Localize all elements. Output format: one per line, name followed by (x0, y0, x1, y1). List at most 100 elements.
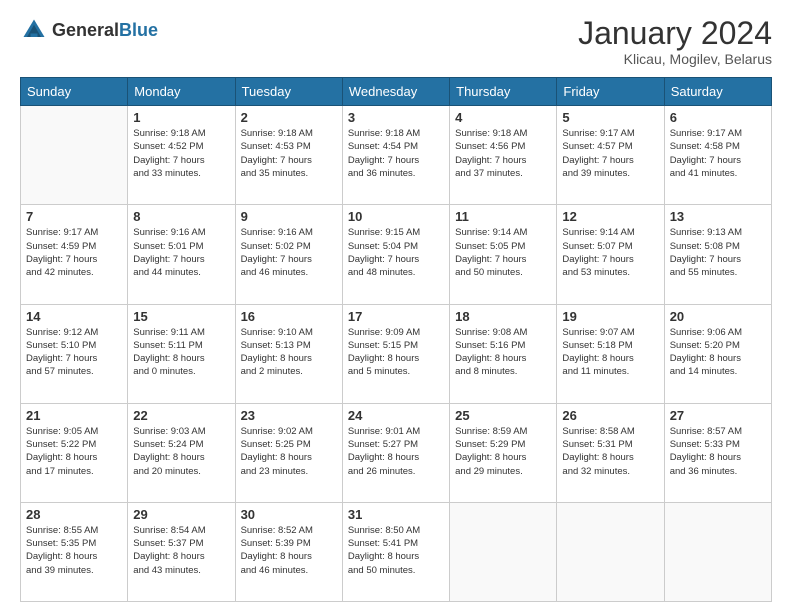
day-number: 18 (455, 309, 551, 324)
day-number: 20 (670, 309, 766, 324)
calendar-cell: 7Sunrise: 9:17 AM Sunset: 4:59 PM Daylig… (21, 205, 128, 304)
cell-info: Sunrise: 8:50 AM Sunset: 5:41 PM Dayligh… (348, 524, 444, 577)
cell-info: Sunrise: 9:07 AM Sunset: 5:18 PM Dayligh… (562, 326, 658, 379)
calendar-cell: 30 Sunrise: 8:52 AM Sunset: 5:39 PM Dayli… (235, 502, 342, 601)
week-row-4: 21 Sunrise: 9:05 AM Sunset: 5:22 PM Dayli… (21, 403, 772, 502)
day-number: 10 (348, 209, 444, 224)
calendar-cell: 27Sunrise: 8:57 AM Sunset: 5:33 PM Dayli… (664, 403, 771, 502)
calendar-cell: 25 Sunrise: 8:59 AM Sunset: 5:29 PM Dayli… (450, 403, 557, 502)
calendar-cell (664, 502, 771, 601)
col-wednesday: Wednesday (342, 78, 449, 106)
cell-info: Sunrise: 8:54 AM Sunset: 5:37 PM Dayligh… (133, 524, 229, 577)
day-number: 29 (133, 507, 229, 522)
logo-icon (20, 16, 48, 44)
col-saturday: Saturday (664, 78, 771, 106)
cell-info: Sunrise: 9:14 AM Sunset: 5:05 PM Dayligh… (455, 226, 551, 279)
day-number: 25 (455, 408, 551, 423)
calendar-cell: 12 Sunrise: 9:14 AM Sunset: 5:07 PM Dayli… (557, 205, 664, 304)
day-number: 26 (562, 408, 658, 423)
day-number: 16 (241, 309, 337, 324)
day-number: 7 (26, 209, 122, 224)
calendar-cell (450, 502, 557, 601)
day-number: 28 (26, 507, 122, 522)
day-number: 11 (455, 209, 551, 224)
cell-info: Sunrise: 9:18 AM Sunset: 4:52 PM Dayligh… (133, 127, 229, 180)
day-number: 23 (241, 408, 337, 423)
logo-text: General Blue (52, 20, 158, 41)
cell-info: Sunrise: 9:12 AM Sunset: 5:10 PM Dayligh… (26, 326, 122, 379)
calendar-cell: 23 Sunrise: 9:02 AM Sunset: 5:25 PM Dayli… (235, 403, 342, 502)
cell-info: Sunrise: 9:14 AM Sunset: 5:07 PM Dayligh… (562, 226, 658, 279)
day-number: 21 (26, 408, 122, 423)
calendar-cell: 19 Sunrise: 9:07 AM Sunset: 5:18 PM Dayli… (557, 304, 664, 403)
calendar-cell: 24 Sunrise: 9:01 AM Sunset: 5:27 PM Dayli… (342, 403, 449, 502)
location: Klicau, Mogilev, Belarus (578, 51, 772, 67)
cell-info: Sunrise: 9:13 AM Sunset: 5:08 PM Dayligh… (670, 226, 766, 279)
day-number: 17 (348, 309, 444, 324)
week-row-1: 1 Sunrise: 9:18 AM Sunset: 4:52 PM Daylig… (21, 106, 772, 205)
cell-info: Sunrise: 9:06 AM Sunset: 5:20 PM Dayligh… (670, 326, 766, 379)
calendar-cell: 31 Sunrise: 8:50 AM Sunset: 5:41 PM Dayli… (342, 502, 449, 601)
day-number: 13 (670, 209, 766, 224)
day-number: 12 (562, 209, 658, 224)
cell-info: Sunrise: 9:16 AM Sunset: 5:01 PM Dayligh… (133, 226, 229, 279)
cell-info: Sunrise: 9:11 AM Sunset: 5:11 PM Dayligh… (133, 326, 229, 379)
col-friday: Friday (557, 78, 664, 106)
day-number: 2 (241, 110, 337, 125)
cell-info: Sunrise: 9:17 AM Sunset: 4:58 PM Dayligh… (670, 127, 766, 180)
day-number: 30 (241, 507, 337, 522)
cell-info: Sunrise: 9:10 AM Sunset: 5:13 PM Dayligh… (241, 326, 337, 379)
header: General Blue January 2024 Klicau, Mogile… (20, 16, 772, 67)
cell-info: Sunrise: 9:18 AM Sunset: 4:53 PM Dayligh… (241, 127, 337, 180)
calendar-cell: 29 Sunrise: 8:54 AM Sunset: 5:37 PM Dayli… (128, 502, 235, 601)
day-number: 14 (26, 309, 122, 324)
cell-info: Sunrise: 9:02 AM Sunset: 5:25 PM Dayligh… (241, 425, 337, 478)
calendar-cell: 28 Sunrise: 8:55 AM Sunset: 5:35 PM Dayli… (21, 502, 128, 601)
cell-info: Sunrise: 9:17 AM Sunset: 4:57 PM Dayligh… (562, 127, 658, 180)
calendar-cell: 26 Sunrise: 8:58 AM Sunset: 5:31 PM Dayli… (557, 403, 664, 502)
calendar-cell: 16 Sunrise: 9:10 AM Sunset: 5:13 PM Dayli… (235, 304, 342, 403)
cell-info: Sunrise: 8:52 AM Sunset: 5:39 PM Dayligh… (241, 524, 337, 577)
day-number: 4 (455, 110, 551, 125)
calendar-cell: 3 Sunrise: 9:18 AM Sunset: 4:54 PM Daylig… (342, 106, 449, 205)
cell-info: Sunrise: 8:59 AM Sunset: 5:29 PM Dayligh… (455, 425, 551, 478)
title-section: January 2024 Klicau, Mogilev, Belarus (578, 16, 772, 67)
week-row-5: 28 Sunrise: 8:55 AM Sunset: 5:35 PM Dayli… (21, 502, 772, 601)
day-number: 9 (241, 209, 337, 224)
calendar-cell: 6 Sunrise: 9:17 AM Sunset: 4:58 PM Daylig… (664, 106, 771, 205)
day-number: 22 (133, 408, 229, 423)
calendar-header-row: Sunday Monday Tuesday Wednesday Thursday… (21, 78, 772, 106)
day-number: 6 (670, 110, 766, 125)
cell-info: Sunrise: 9:18 AM Sunset: 4:54 PM Dayligh… (348, 127, 444, 180)
day-number: 3 (348, 110, 444, 125)
col-tuesday: Tuesday (235, 78, 342, 106)
calendar-cell: 17Sunrise: 9:09 AM Sunset: 5:15 PM Dayli… (342, 304, 449, 403)
cell-info: Sunrise: 9:01 AM Sunset: 5:27 PM Dayligh… (348, 425, 444, 478)
month-title: January 2024 (578, 16, 772, 51)
calendar-cell: 2 Sunrise: 9:18 AM Sunset: 4:53 PM Daylig… (235, 106, 342, 205)
day-number: 31 (348, 507, 444, 522)
calendar-cell: 5Sunrise: 9:17 AM Sunset: 4:57 PM Daylig… (557, 106, 664, 205)
calendar-cell: 10 Sunrise: 9:15 AM Sunset: 5:04 PM Dayli… (342, 205, 449, 304)
calendar-cell: 20 Sunrise: 9:06 AM Sunset: 5:20 PM Dayli… (664, 304, 771, 403)
calendar-cell: 22Sunrise: 9:03 AM Sunset: 5:24 PM Dayli… (128, 403, 235, 502)
calendar-cell: 13 Sunrise: 9:13 AM Sunset: 5:08 PM Dayli… (664, 205, 771, 304)
cell-info: Sunrise: 8:55 AM Sunset: 5:35 PM Dayligh… (26, 524, 122, 577)
week-row-2: 7Sunrise: 9:17 AM Sunset: 4:59 PM Daylig… (21, 205, 772, 304)
calendar-cell: 4 Sunrise: 9:18 AM Sunset: 4:56 PM Daylig… (450, 106, 557, 205)
day-number: 24 (348, 408, 444, 423)
calendar-cell: 18Sunrise: 9:08 AM Sunset: 5:16 PM Dayli… (450, 304, 557, 403)
calendar-cell: 14 Sunrise: 9:12 AM Sunset: 5:10 PM Dayli… (21, 304, 128, 403)
cell-info: Sunrise: 8:58 AM Sunset: 5:31 PM Dayligh… (562, 425, 658, 478)
col-sunday: Sunday (21, 78, 128, 106)
cell-info: Sunrise: 9:18 AM Sunset: 4:56 PM Dayligh… (455, 127, 551, 180)
cell-info: Sunrise: 9:05 AM Sunset: 5:22 PM Dayligh… (26, 425, 122, 478)
calendar-cell: 8Sunrise: 9:16 AM Sunset: 5:01 PM Daylig… (128, 205, 235, 304)
cell-info: Sunrise: 9:15 AM Sunset: 5:04 PM Dayligh… (348, 226, 444, 279)
calendar-cell (21, 106, 128, 205)
day-number: 19 (562, 309, 658, 324)
logo-general: General (52, 20, 119, 41)
day-number: 1 (133, 110, 229, 125)
page: General Blue January 2024 Klicau, Mogile… (0, 0, 792, 612)
calendar-cell (557, 502, 664, 601)
